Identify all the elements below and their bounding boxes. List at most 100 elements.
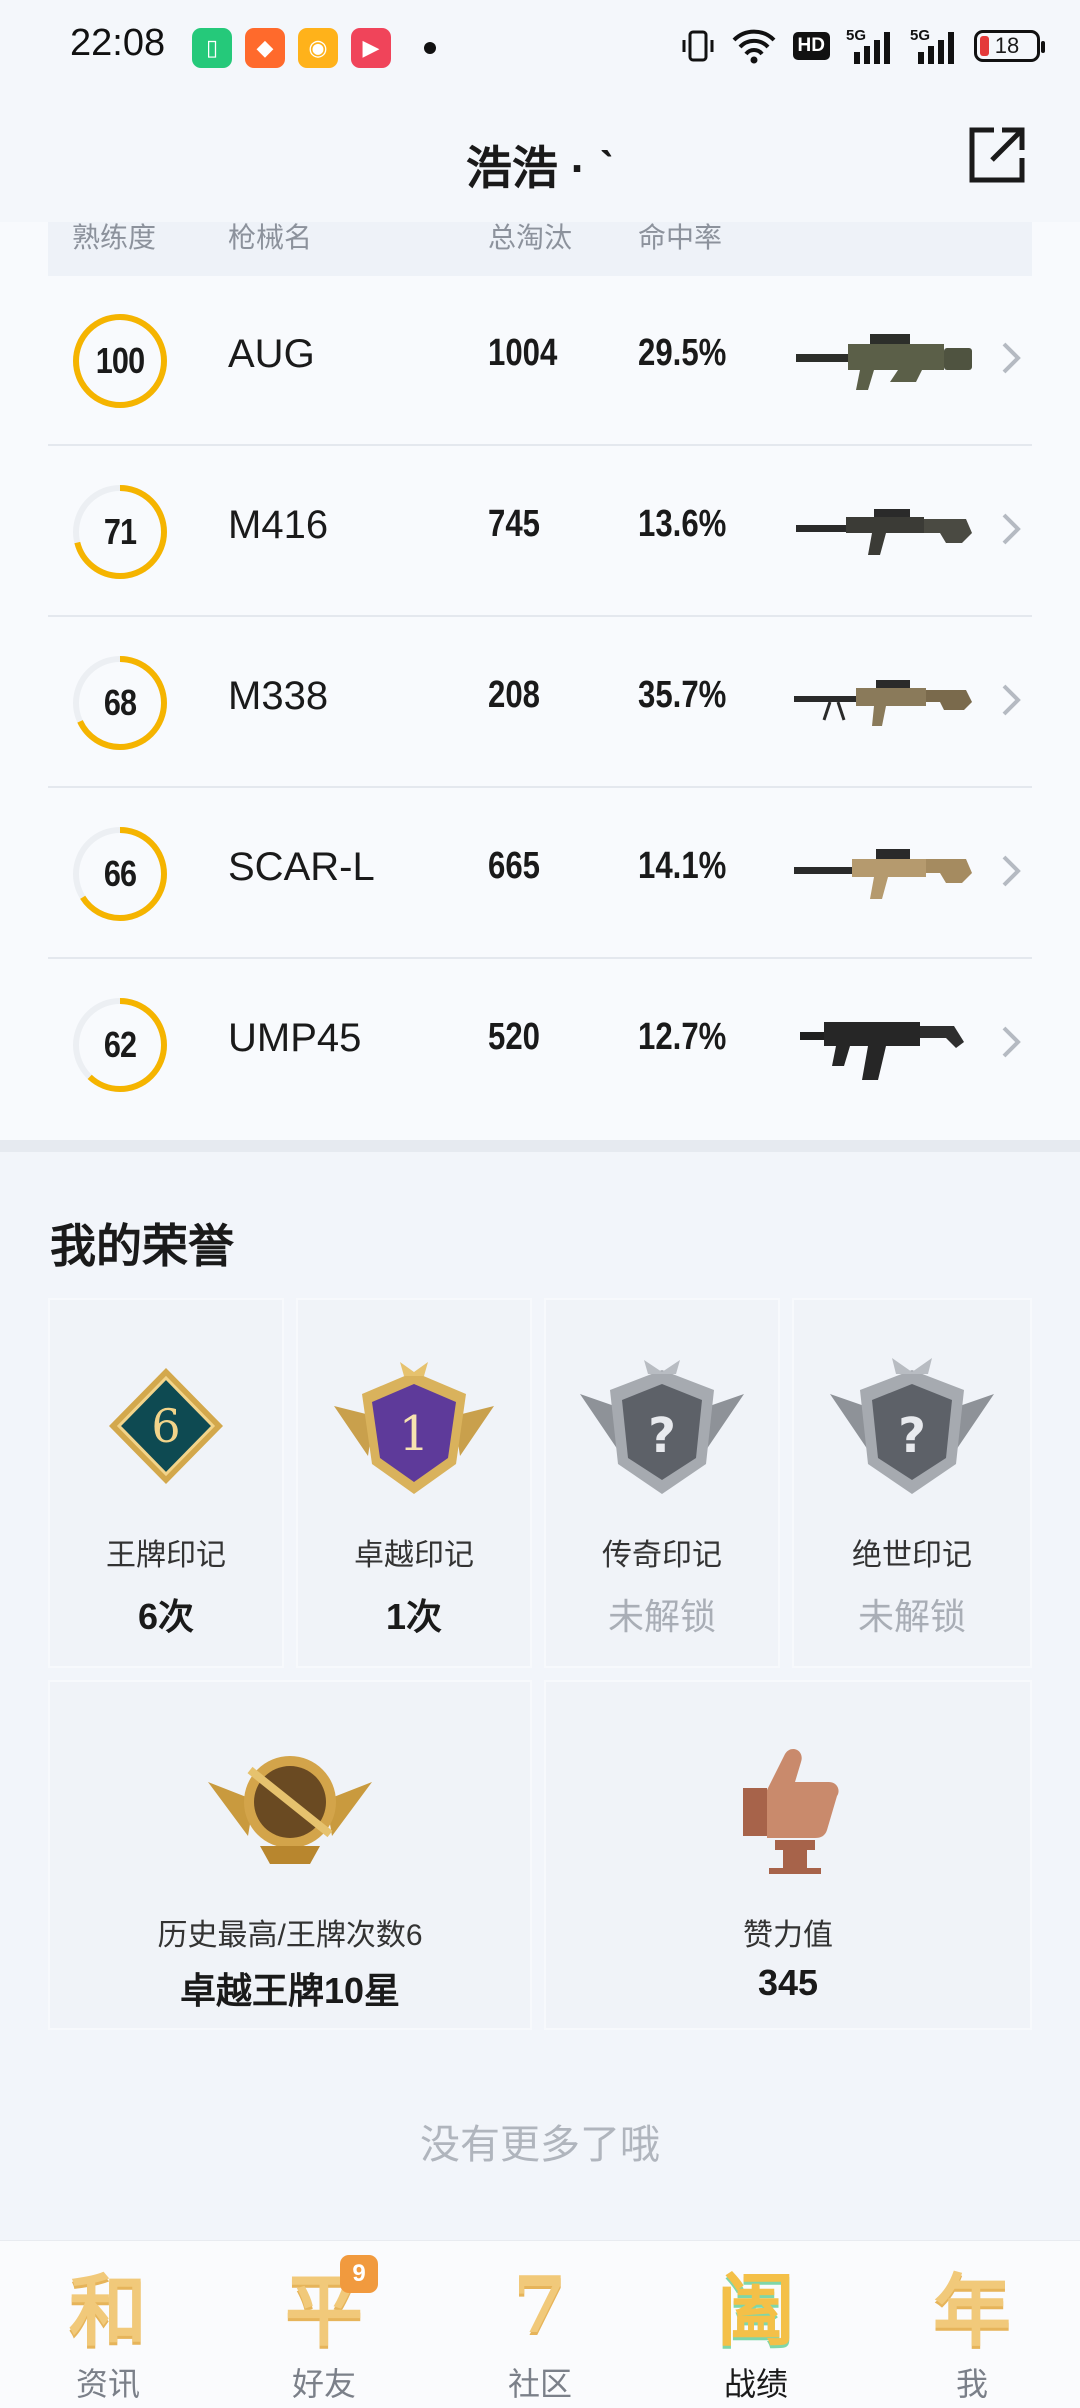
section-divider xyxy=(0,1140,1080,1152)
honors-title: 我的荣誉 xyxy=(50,1220,234,1272)
honor-label: 赞力值 xyxy=(743,1919,833,1952)
honor-card-likes[interactable]: 赞力值 345 xyxy=(544,1680,1032,2030)
app-icon: ◆ xyxy=(245,28,285,68)
legend-mark-locked-icon: ? xyxy=(580,1360,744,1494)
nav-label: 战绩 xyxy=(723,2366,788,2402)
col-header-name: 枪械名 xyxy=(228,222,313,253)
news-tab-icon: 和 xyxy=(68,2266,147,2357)
share-button[interactable] xyxy=(964,124,1028,188)
more-notifications-icon xyxy=(424,42,436,54)
peerless-mark-locked-icon: ? xyxy=(830,1358,994,1494)
nav-label: 好友 xyxy=(291,2366,356,2402)
weapon-table-header: 熟练度 枪械名 总淘汰 命中率 xyxy=(48,222,1032,276)
nav-label: 社区 xyxy=(507,2366,572,2402)
mastery-value: 62 xyxy=(103,1024,137,1065)
nav-label: 我 xyxy=(955,2366,988,2402)
honor-value: 345 xyxy=(757,1962,819,2003)
chevron-right-icon xyxy=(1002,684,1021,716)
weapon-row[interactable]: 71 M416 745 13.6% xyxy=(48,447,1032,617)
honor-value: 1次 xyxy=(385,1596,443,1637)
weapon-kills: 745 xyxy=(488,503,540,545)
m338-machine-gun-icon xyxy=(794,680,972,726)
system-icons: HD 5G 5G 18 xyxy=(681,26,1045,66)
honor-value: 卓越王牌10星 xyxy=(179,1970,401,2011)
weapon-name: UMP45 xyxy=(228,1016,362,1060)
weapon-hit-rate: 14.1% xyxy=(638,845,727,887)
weapon-kills: 1004 xyxy=(488,332,558,374)
svg-text:5G: 5G xyxy=(910,27,930,44)
honor-label: 历史最高/王牌次数6 xyxy=(157,1919,423,1952)
weapon-name: AUG xyxy=(228,332,315,376)
weapon-name: M416 xyxy=(228,503,329,547)
battery-app-icon: ▯ xyxy=(192,28,232,68)
badge-number: 6 xyxy=(151,1399,180,1453)
nav-item-me[interactable]: 年 我 xyxy=(864,2241,1080,2408)
mastery-value: 71 xyxy=(103,511,137,552)
signal-5g-icon-1: 5G xyxy=(846,26,894,66)
hd-icon: HD xyxy=(792,26,830,66)
weapon-kills: 520 xyxy=(488,1016,540,1058)
me-tab-icon: 年 xyxy=(932,2266,1011,2357)
records-tab-icon: 阖 xyxy=(716,2266,795,2357)
notification-badge: 9 xyxy=(340,2255,378,2293)
nav-item-community[interactable]: 7 社区 xyxy=(432,2241,648,2408)
weapon-hit-rate: 13.6% xyxy=(638,503,727,545)
mastery-value: 66 xyxy=(103,853,137,894)
nav-item-news[interactable]: 和 资讯 xyxy=(0,2241,216,2408)
honor-card-ace[interactable]: 6 王牌印记 6次 xyxy=(48,1298,284,1668)
honor-label: 传奇印记 xyxy=(602,1539,722,1572)
weapon-hit-rate: 29.5% xyxy=(638,332,727,374)
mastery-value: 100 xyxy=(95,340,145,381)
weapon-hit-rate: 35.7% xyxy=(638,674,727,716)
weapon-name: M338 xyxy=(228,674,329,718)
chevron-right-icon xyxy=(1002,1026,1021,1058)
col-header-kills: 总淘汰 xyxy=(488,222,573,253)
honor-card-legend[interactable]: ? 传奇印记 未解锁 xyxy=(544,1298,780,1668)
honor-card-peerless[interactable]: ? 绝世印记 未解锁 xyxy=(792,1298,1032,1668)
chevron-right-icon xyxy=(1002,513,1021,545)
col-header-hit-rate: 命中率 xyxy=(638,222,723,253)
nav-item-records[interactable]: 阖 战绩 xyxy=(648,2241,864,2408)
share-icon xyxy=(969,127,1025,183)
honor-label: 卓越印记 xyxy=(354,1539,474,1572)
m416-rifle-icon xyxy=(796,509,972,555)
honor-value: 未解锁 xyxy=(857,1596,966,1637)
honor-card-best-rank[interactable]: 历史最高/王牌次数6 卓越王牌10星 xyxy=(48,1680,532,2030)
weapon-kills: 665 xyxy=(488,845,540,887)
chevron-right-icon xyxy=(1002,855,1021,887)
honor-value: 6次 xyxy=(137,1596,195,1637)
status-bar: 22:08 ▯ ◆ ◉ ▶ HD 5G 5G 18 xyxy=(0,0,1080,96)
weapon-row[interactable]: 100 AUG 1004 29.5% xyxy=(48,276,1032,446)
ace-rank-emblem-icon xyxy=(208,1756,372,1864)
community-tab-icon: 7 xyxy=(512,2259,568,2351)
wifi-icon xyxy=(731,26,777,66)
battery-level: 18 xyxy=(994,33,1020,58)
hd-label: HD xyxy=(792,32,830,60)
honor-label: 绝世印记 xyxy=(852,1539,972,1572)
badge-number: ? xyxy=(898,1408,926,1464)
nav-label: 资讯 xyxy=(75,2366,140,2402)
svg-text:5G: 5G xyxy=(846,27,866,44)
scar-l-rifle-icon xyxy=(794,849,972,899)
honor-card-excellence[interactable]: 1 卓越印记 1次 xyxy=(296,1298,532,1668)
weapon-kills: 208 xyxy=(488,674,540,716)
weapon-name: SCAR-L xyxy=(228,845,375,889)
badge-number: 1 xyxy=(399,1406,430,1462)
honor-label: 王牌印记 xyxy=(106,1539,226,1572)
no-more-text: 没有更多了哦 xyxy=(420,2123,660,2167)
weapon-row[interactable]: 62 UMP45 520 12.7% xyxy=(48,960,1032,1130)
weibo-icon: ◉ xyxy=(298,28,338,68)
ump45-smg-icon xyxy=(800,1022,964,1080)
aug-rifle-icon xyxy=(796,334,972,390)
nav-item-friends[interactable]: 平 9 好友 xyxy=(216,2241,432,2408)
bottom-nav: 和 资讯 平 9 好友 7 社区 阖 战绩 年 我 xyxy=(0,2240,1080,2408)
thumbs-up-trophy-icon xyxy=(743,1748,839,1874)
weapon-stats-card: 熟练度 枪械名 总淘汰 命中率 100 AUG 1004 29.5% 71 M4… xyxy=(0,222,1080,1140)
ace-mark-badge-icon: 6 xyxy=(109,1368,223,1484)
weapon-row[interactable]: 66 SCAR-L 665 14.1% xyxy=(48,789,1032,959)
weapon-row[interactable]: 68 M338 208 35.7% xyxy=(48,618,1032,788)
honor-value: 未解锁 xyxy=(607,1596,716,1637)
badge-number: ? xyxy=(648,1408,676,1464)
battery-icon: 18 xyxy=(974,30,1045,62)
notification-icons: ▯ ◆ ◉ ▶ xyxy=(192,28,436,68)
